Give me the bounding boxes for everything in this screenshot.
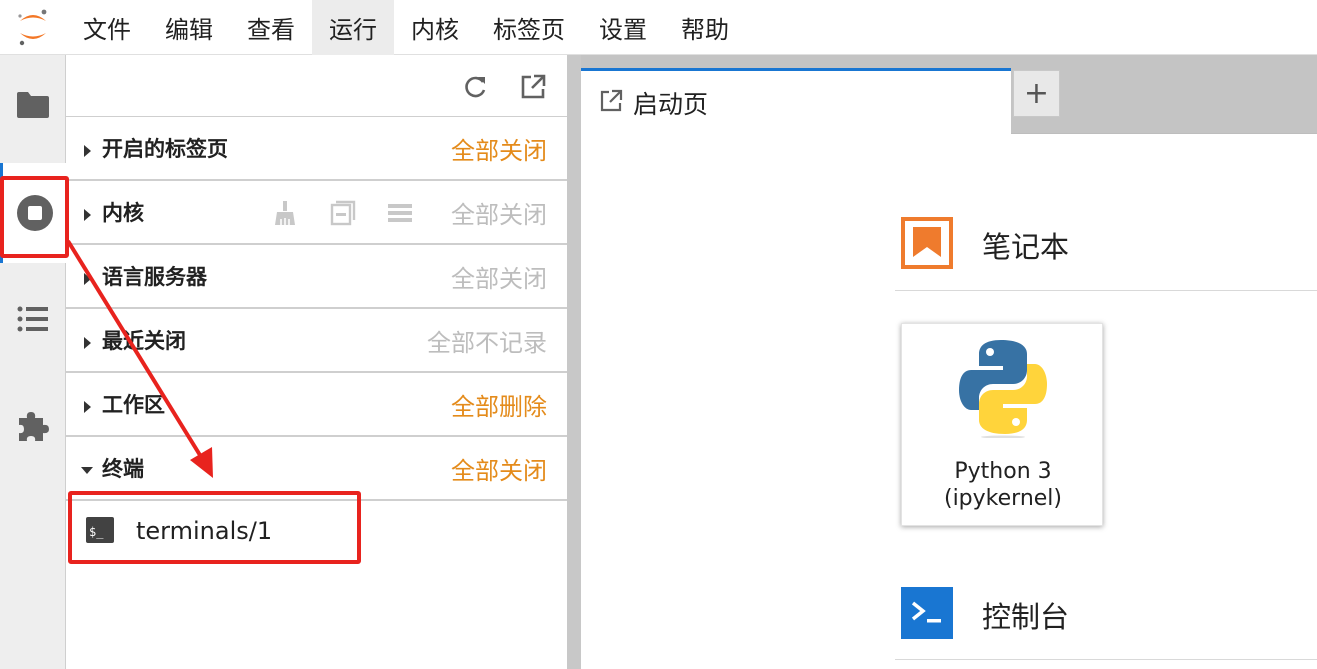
- launch-icon: [600, 89, 623, 112]
- menu-help[interactable]: 帮助: [664, 0, 746, 55]
- caret-right-icon: [84, 337, 91, 349]
- list-view-icon[interactable]: [386, 199, 414, 227]
- extension-puzzle-icon: [19, 412, 49, 441]
- section-title: 最近关闭: [102, 329, 186, 353]
- close-all-tabs-button[interactable]: 全部关闭: [451, 131, 547, 166]
- section-divider: [895, 290, 1317, 291]
- running-sessions-panel: 开启的标签页 全部关闭 内核 全部关闭 语言服务器 全部关闭 最近关闭 全部不记…: [66, 55, 567, 669]
- activity-bar: [0, 55, 66, 669]
- main-area: 启动页 + 笔记本 Python 3 (ipykernel) 控制台: [581, 55, 1317, 669]
- section-title: 开启的标签页: [102, 137, 228, 161]
- jupyter-logo-icon[interactable]: [0, 0, 66, 55]
- console-section-title: 控制台: [982, 600, 1070, 634]
- section-recently-closed[interactable]: 最近关闭 全部不记录: [66, 309, 567, 373]
- extension-manager-tab[interactable]: [0, 376, 66, 476]
- folder-icon: [17, 92, 49, 118]
- shutdown-all-language-servers-button[interactable]: 全部关闭: [451, 259, 547, 294]
- tab-label: 启动页: [633, 89, 709, 119]
- section-title: 终端: [102, 457, 144, 481]
- refresh-icon[interactable]: [461, 73, 489, 101]
- caret-right-icon: [84, 401, 91, 413]
- section-open-tabs[interactable]: 开启的标签页 全部关闭: [66, 117, 567, 181]
- tab-bar: 启动页 +: [581, 55, 1317, 134]
- menu-kernel[interactable]: 内核: [394, 0, 476, 55]
- section-workspaces[interactable]: 工作区 全部删除: [66, 373, 567, 437]
- menu-view[interactable]: 查看: [230, 0, 312, 55]
- section-title: 工作区: [102, 393, 165, 417]
- section-title: 语言服务器: [102, 265, 207, 289]
- caret-right-icon: [84, 209, 91, 221]
- caret-right-icon: [84, 273, 91, 285]
- file-browser-tab[interactable]: [0, 55, 66, 155]
- menu-run[interactable]: 运行: [312, 0, 394, 55]
- notebook-bookmark-icon: [901, 217, 953, 269]
- menu-bar: 文件 编辑 查看 运行 内核 标签页 设置 帮助: [0, 0, 1317, 55]
- forget-all-button[interactable]: 全部不记录: [427, 323, 547, 358]
- collapse-all-icon[interactable]: [329, 199, 357, 227]
- add-tab-button[interactable]: +: [1013, 70, 1060, 117]
- shutdown-all-terminals-button[interactable]: 全部关闭: [451, 451, 547, 486]
- panel-splitter[interactable]: [567, 55, 581, 669]
- python-logo-icon: [959, 340, 1047, 438]
- menu-file[interactable]: 文件: [66, 0, 148, 55]
- console-icon: [901, 587, 953, 639]
- annotation-highlight-box: [68, 491, 361, 564]
- menu-tabs[interactable]: 标签页: [476, 0, 582, 55]
- jupyterlab-window: 文件 编辑 查看 运行 内核 标签页 设置 帮助 开启的标签页 全部关闭 内核 …: [0, 0, 1317, 669]
- launch-icon[interactable]: [519, 73, 547, 101]
- section-divider: [895, 659, 1317, 660]
- menu-settings[interactable]: 设置: [582, 0, 664, 55]
- python3-kernel-card[interactable]: Python 3 (ipykernel): [901, 323, 1103, 526]
- shutdown-all-kernels-button[interactable]: 全部关闭: [451, 195, 547, 230]
- table-of-contents-tab[interactable]: [0, 269, 66, 369]
- menu-edit[interactable]: 编辑: [148, 0, 230, 55]
- caret-right-icon: [84, 145, 91, 157]
- section-title: 内核: [102, 201, 144, 225]
- section-language-servers[interactable]: 语言服务器 全部关闭: [66, 245, 567, 309]
- annotation-highlight-box: [0, 176, 69, 258]
- caret-down-icon: [81, 467, 93, 474]
- kernel-name: Python 3: [954, 459, 1052, 484]
- kernel-card-label: Python 3 (ipykernel): [902, 458, 1104, 512]
- tab-launcher[interactable]: 启动页: [581, 68, 1011, 134]
- table-of-contents-icon: [17, 306, 48, 332]
- delete-all-workspaces-button[interactable]: 全部删除: [451, 387, 547, 422]
- broom-icon[interactable]: [271, 199, 299, 227]
- notebook-section-title: 笔记本: [982, 230, 1070, 264]
- section-kernels[interactable]: 内核 全部关闭: [66, 181, 567, 245]
- panel-toolbar: [66, 55, 567, 117]
- kernel-spec: (ipykernel): [943, 486, 1062, 511]
